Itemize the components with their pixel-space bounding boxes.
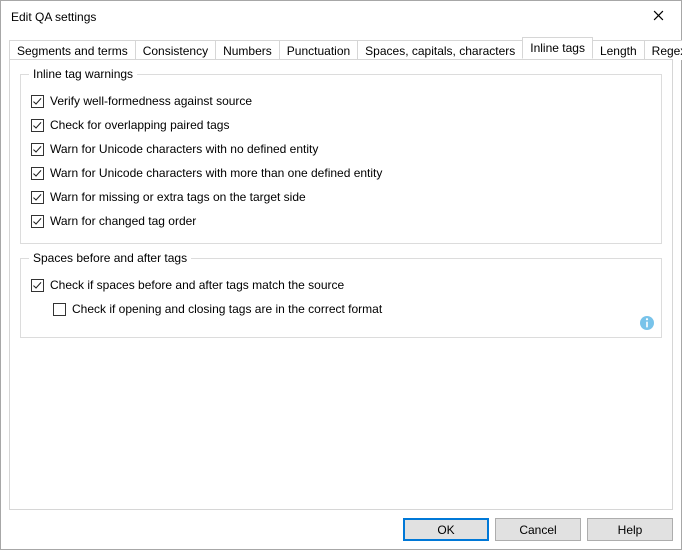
button-label: Help — [618, 523, 643, 537]
check-label: Verify well-formedness against source — [50, 94, 252, 108]
tab-spaces-capitals-characters[interactable]: Spaces, capitals, characters — [357, 40, 523, 60]
cancel-button[interactable]: Cancel — [495, 518, 581, 541]
group-inline-tag-warnings: Inline tag warnings Verify well-formedne… — [20, 74, 662, 244]
group-spaces-before-after: Spaces before and after tags Check if sp… — [20, 258, 662, 338]
button-label: OK — [437, 523, 454, 537]
window-title: Edit QA settings — [11, 10, 635, 24]
check-missing-extra-tags[interactable]: Warn for missing or extra tags on the ta… — [31, 185, 651, 209]
checkbox-icon — [31, 95, 44, 108]
check-opening-closing-format[interactable]: Check if opening and closing tags are in… — [31, 297, 651, 321]
check-label: Warn for changed tag order — [50, 214, 196, 228]
checkbox-icon — [31, 119, 44, 132]
tabpanel-inline-tags: Inline tag warnings Verify well-formedne… — [9, 59, 673, 510]
checkbox-icon — [31, 191, 44, 204]
checkbox-icon — [53, 303, 66, 316]
check-verify-wellformedness[interactable]: Verify well-formedness against source — [31, 89, 651, 113]
buttonbar: OK Cancel Help — [9, 510, 673, 541]
tab-label: Length — [600, 44, 637, 58]
check-label: Warn for Unicode characters with more th… — [50, 166, 382, 180]
tab-punctuation[interactable]: Punctuation — [279, 40, 358, 60]
check-unicode-multiple-entity[interactable]: Warn for Unicode characters with more th… — [31, 161, 651, 185]
tab-label: Inline tags — [530, 41, 585, 55]
group-legend: Inline tag warnings — [29, 67, 137, 81]
titlebar: Edit QA settings — [1, 1, 681, 33]
close-icon — [653, 10, 664, 24]
client-area: Segments and terms Consistency Numbers P… — [1, 33, 681, 549]
check-label: Warn for Unicode characters with no defi… — [50, 142, 318, 156]
checkbox-icon — [31, 143, 44, 156]
check-unicode-no-entity[interactable]: Warn for Unicode characters with no defi… — [31, 137, 651, 161]
check-overlapping-paired-tags[interactable]: Check for overlapping paired tags — [31, 113, 651, 137]
tab-consistency[interactable]: Consistency — [135, 40, 216, 60]
tab-label: Segments and terms — [17, 44, 128, 58]
qa-settings-window: Edit QA settings Segments and terms Cons… — [0, 0, 682, 550]
tab-segments-and-terms[interactable]: Segments and terms — [9, 40, 136, 60]
check-spaces-match-source[interactable]: Check if spaces before and after tags ma… — [31, 273, 651, 297]
tab-length[interactable]: Length — [592, 40, 645, 60]
tabstrip: Segments and terms Consistency Numbers P… — [9, 36, 673, 59]
tab-label: Consistency — [143, 44, 208, 58]
ok-button[interactable]: OK — [403, 518, 489, 541]
tab-inline-tags[interactable]: Inline tags — [522, 37, 593, 59]
tab-regex[interactable]: Regex — [644, 40, 682, 60]
tab-numbers[interactable]: Numbers — [215, 40, 280, 60]
tab-label: Regex — [652, 44, 682, 58]
checkbox-icon — [31, 279, 44, 292]
checkbox-icon — [31, 167, 44, 180]
info-icon[interactable] — [639, 315, 655, 331]
button-label: Cancel — [519, 523, 556, 537]
check-changed-tag-order[interactable]: Warn for changed tag order — [31, 209, 651, 233]
check-label: Warn for missing or extra tags on the ta… — [50, 190, 306, 204]
help-button[interactable]: Help — [587, 518, 673, 541]
check-label: Check if opening and closing tags are in… — [72, 302, 382, 316]
group-legend: Spaces before and after tags — [29, 251, 191, 265]
check-label: Check for overlapping paired tags — [50, 118, 229, 132]
check-label: Check if spaces before and after tags ma… — [50, 278, 344, 292]
close-button[interactable] — [635, 1, 681, 33]
tab-label: Spaces, capitals, characters — [365, 44, 515, 58]
checkbox-icon — [31, 215, 44, 228]
tab-label: Punctuation — [287, 44, 350, 58]
tab-label: Numbers — [223, 44, 272, 58]
